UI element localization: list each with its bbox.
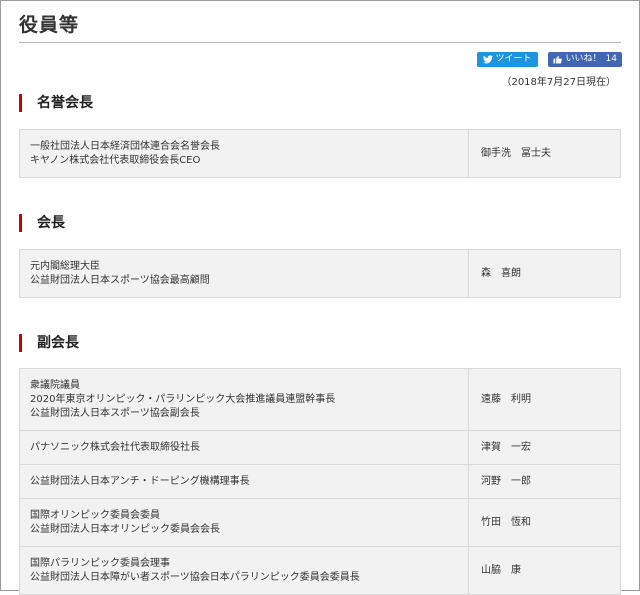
title-divider — [19, 42, 621, 43]
thumbs-up-icon — [552, 55, 562, 64]
name-cell: 津賀 一宏 — [468, 430, 621, 465]
role-line: 一般社団法人日本経済団体連合会名誉会長 — [30, 140, 220, 152]
name-cell: 御手洗 冨士夫 — [468, 129, 621, 178]
role-cell: 元内閣総理大臣 公益財団法人日本スポーツ協会最高顧問 — [19, 249, 469, 298]
like-button[interactable]: いいね！ 14 — [547, 52, 622, 67]
role-line: 衆議院議員 — [30, 379, 80, 391]
name-cell: 山脇 康 — [468, 546, 621, 595]
social-buttons: ツイート いいね！ 14 — [476, 52, 622, 67]
as-of-date: （2018年7月27日現在） — [501, 77, 616, 88]
name-cell: 遠藤 利明 — [468, 368, 621, 431]
role-line: 公益財団法人日本スポーツ協会最高顧問 — [30, 274, 210, 286]
table-row: パナソニック株式会社代表取締役社長 津賀 一宏 — [19, 430, 621, 465]
table-row: 一般社団法人日本経済団体連合会名誉会長 キヤノン株式会社代表取締役会長CEO 御… — [19, 129, 621, 178]
name-cell: 森 喜朗 — [468, 249, 621, 298]
section-heading-chairman: 会長 — [19, 214, 65, 232]
section-heading-honorary-chairman: 名誉会長 — [19, 94, 93, 112]
page-title: 役員等 — [19, 14, 80, 36]
role-cell: 衆議院議員 2020年東京オリンピック・パラリンピック大会推進議員連盟幹事長 公… — [19, 368, 469, 431]
role-cell: 公益財団法人日本アンチ・ドーピング機構理事長 — [19, 464, 469, 499]
role-line: キヤノン株式会社代表取締役会長CEO — [30, 154, 201, 166]
role-cell: パナソニック株式会社代表取締役社長 — [19, 430, 469, 465]
section-heading-vice-chairman: 副会長 — [19, 334, 79, 352]
like-count: 14 — [605, 54, 617, 64]
role-line: 公益財団法人日本オリンピック委員会会長 — [30, 523, 220, 535]
role-cell: 一般社団法人日本経済団体連合会名誉会長 キヤノン株式会社代表取締役会長CEO — [19, 129, 469, 178]
table-row: 元内閣総理大臣 公益財団法人日本スポーツ協会最高顧問 森 喜朗 — [19, 249, 621, 298]
role-line: 国際パラリンピック委員会理事 — [30, 557, 170, 569]
table-row: 国際パラリンピック委員会理事 公益財団法人日本障がい者スポーツ協会日本パラリンピ… — [19, 546, 621, 595]
role-line: 国際オリンピック委員会委員 — [30, 509, 160, 521]
role-cell: 国際パラリンピック委員会理事 公益財団法人日本障がい者スポーツ協会日本パラリンピ… — [19, 546, 469, 595]
tweet-label: ツイート — [495, 54, 532, 64]
name-cell: 竹田 恆和 — [468, 498, 621, 547]
role-line: 公益財団法人日本アンチ・ドーピング機構理事長 — [30, 475, 250, 487]
role-line: 公益財団法人日本障がい者スポーツ協会日本パラリンピック委員会委員長 — [30, 571, 360, 583]
table-row: 国際オリンピック委員会委員 公益財団法人日本オリンピック委員会会長 竹田 恆和 — [19, 498, 621, 547]
role-cell: 国際オリンピック委員会委員 公益財団法人日本オリンピック委員会会長 — [19, 498, 469, 547]
role-line: 元内閣総理大臣 — [30, 260, 100, 272]
like-label: いいね！ — [565, 54, 602, 64]
twitter-bird-icon — [482, 55, 493, 64]
vice-chairman-table: 衆議院議員 2020年東京オリンピック・パラリンピック大会推進議員連盟幹事長 公… — [19, 368, 621, 595]
table-row: 衆議院議員 2020年東京オリンピック・パラリンピック大会推進議員連盟幹事長 公… — [19, 368, 621, 431]
role-line: パナソニック株式会社代表取締役社長 — [30, 441, 200, 453]
table-row: 公益財団法人日本アンチ・ドーピング機構理事長 河野 一郎 — [19, 464, 621, 499]
tweet-button[interactable]: ツイート — [476, 52, 538, 67]
honorary-chairman-table: 一般社団法人日本経済団体連合会名誉会長 キヤノン株式会社代表取締役会長CEO 御… — [19, 129, 621, 178]
role-line: 公益財団法人日本スポーツ協会副会長 — [30, 407, 200, 419]
role-line: 2020年東京オリンピック・パラリンピック大会推進議員連盟幹事長 — [30, 393, 336, 405]
name-cell: 河野 一郎 — [468, 464, 621, 499]
chairman-table: 元内閣総理大臣 公益財団法人日本スポーツ協会最高顧問 森 喜朗 — [19, 249, 621, 298]
